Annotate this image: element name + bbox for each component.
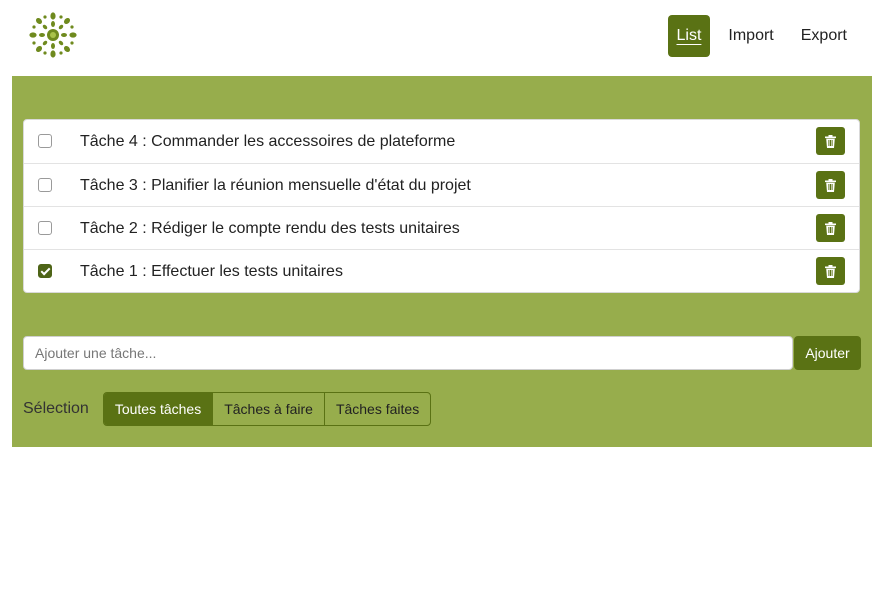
todo-panel: Tâche 4 : Commander les accessoires de p… (12, 76, 872, 447)
task-row: Tâche 3 : Planifier la réunion mensuelle… (24, 163, 859, 206)
filter-all-button[interactable]: Toutes tâches (103, 393, 213, 425)
task-checkbox[interactable] (38, 178, 52, 192)
trash-icon (825, 178, 836, 192)
filter-label: Sélection (23, 400, 89, 417)
trash-icon (825, 264, 836, 278)
task-label: Tâche 1 : Effectuer les tests unitaires (80, 263, 343, 280)
nav-import[interactable]: Import (719, 15, 782, 57)
nav-export[interactable]: Export (792, 15, 856, 57)
trash-icon (825, 134, 836, 148)
delete-task-button[interactable] (816, 257, 845, 285)
add-task-button[interactable]: Ajouter (794, 336, 861, 370)
add-task-form: Ajouter (23, 336, 861, 370)
nav-list[interactable]: List (667, 15, 711, 57)
task-label: Tâche 3 : Planifier la réunion mensuelle… (80, 177, 471, 194)
task-checkbox[interactable] (38, 221, 52, 235)
filter-todo-button[interactable]: Tâches à faire (212, 393, 324, 425)
filter-done-button[interactable]: Tâches faites (323, 393, 430, 425)
task-row: Tâche 1 : Effectuer les tests unitaires (24, 249, 859, 292)
sunburst-logo-icon[interactable] (28, 11, 78, 59)
task-row: Tâche 2 : Rédiger le compte rendu des te… (24, 206, 859, 249)
task-checkbox-checked[interactable] (38, 264, 52, 278)
task-list: Tâche 4 : Commander les accessoires de p… (23, 119, 860, 293)
add-task-input[interactable] (23, 336, 793, 370)
task-label: Tâche 4 : Commander les accessoires de p… (80, 133, 456, 150)
task-label: Tâche 2 : Rédiger le compte rendu des te… (80, 220, 460, 237)
task-checkbox[interactable] (38, 134, 52, 148)
delete-task-button[interactable] (816, 127, 845, 155)
app-header: List Import Export (0, 0, 890, 76)
filter-button-group: Toutes tâches Tâches à faire Tâches fait… (102, 392, 432, 426)
main-nav: List Import Export (667, 15, 857, 57)
trash-icon (825, 221, 836, 235)
filter-bar: Sélection Toutes tâches Tâches à faire T… (23, 392, 432, 426)
delete-task-button[interactable] (816, 214, 845, 242)
delete-task-button[interactable] (816, 171, 845, 199)
task-row: Tâche 4 : Commander les accessoires de p… (24, 120, 859, 163)
